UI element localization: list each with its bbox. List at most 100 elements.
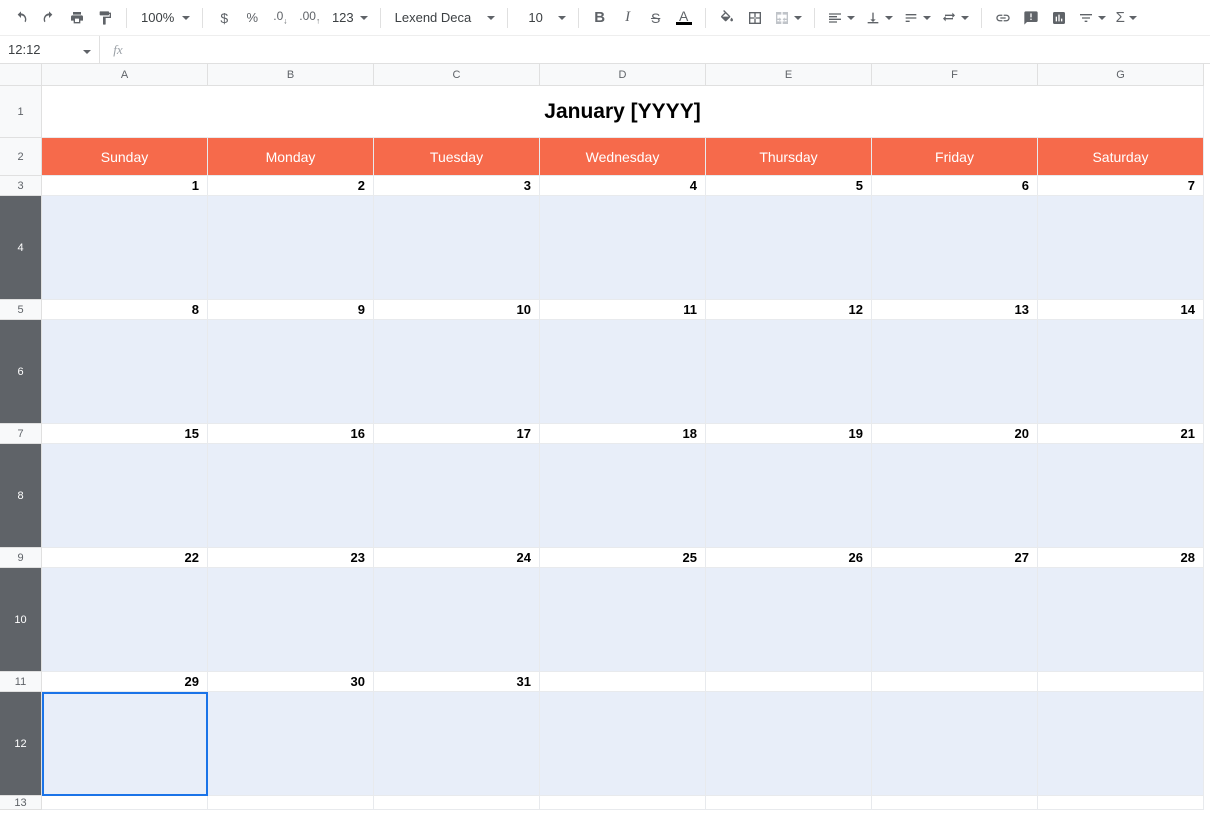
day-body-cell[interactable] <box>42 444 208 548</box>
undo-button[interactable] <box>8 5 34 31</box>
day-body-cell[interactable] <box>706 568 872 672</box>
horizontal-align-dropdown[interactable] <box>823 5 859 31</box>
day-body-cell[interactable] <box>208 568 374 672</box>
day-header[interactable]: Friday <box>872 138 1038 176</box>
day-body-cell[interactable] <box>374 692 540 796</box>
day-number-cell[interactable]: 24 <box>374 548 540 568</box>
day-number-cell[interactable]: 2 <box>208 176 374 196</box>
row-header[interactable]: 7 <box>0 424 42 444</box>
day-body-cell[interactable] <box>706 196 872 300</box>
empty-cell[interactable] <box>42 796 208 810</box>
vertical-align-dropdown[interactable] <box>861 5 897 31</box>
day-number-cell[interactable]: 20 <box>872 424 1038 444</box>
day-body-cell[interactable] <box>540 444 706 548</box>
day-body-cell[interactable] <box>374 320 540 424</box>
borders-button[interactable] <box>742 5 768 31</box>
day-number-cell[interactable]: 28 <box>1038 548 1204 568</box>
day-number-cell[interactable] <box>706 672 872 692</box>
day-body-cell[interactable] <box>1038 568 1204 672</box>
day-body-cell[interactable] <box>540 320 706 424</box>
format-currency-button[interactable]: $ <box>211 5 237 31</box>
day-body-cell[interactable] <box>872 444 1038 548</box>
column-header[interactable]: E <box>706 64 872 86</box>
day-number-cell[interactable] <box>540 672 706 692</box>
day-body-cell[interactable] <box>706 444 872 548</box>
italic-button[interactable]: I <box>615 5 641 31</box>
day-number-cell[interactable]: 8 <box>42 300 208 320</box>
text-rotation-dropdown[interactable] <box>937 5 973 31</box>
row-header[interactable]: 6 <box>0 320 42 424</box>
insert-chart-button[interactable] <box>1046 5 1072 31</box>
merge-cells-dropdown[interactable] <box>770 5 806 31</box>
day-number-cell[interactable]: 22 <box>42 548 208 568</box>
insert-link-button[interactable] <box>990 5 1016 31</box>
row-header[interactable]: 1 <box>0 86 42 138</box>
empty-cell[interactable] <box>1038 796 1204 810</box>
day-body-cell[interactable] <box>540 196 706 300</box>
day-number-cell[interactable]: 26 <box>706 548 872 568</box>
day-body-cell[interactable] <box>42 692 208 796</box>
print-button[interactable] <box>64 5 90 31</box>
day-body-cell[interactable] <box>872 692 1038 796</box>
text-wrap-dropdown[interactable] <box>899 5 935 31</box>
functions-dropdown[interactable]: Σ <box>1112 5 1141 31</box>
column-header[interactable]: C <box>374 64 540 86</box>
day-body-cell[interactable] <box>1038 692 1204 796</box>
row-header[interactable]: 5 <box>0 300 42 320</box>
day-body-cell[interactable] <box>1038 196 1204 300</box>
day-body-cell[interactable] <box>706 320 872 424</box>
day-number-cell[interactable]: 25 <box>540 548 706 568</box>
day-body-cell[interactable] <box>42 320 208 424</box>
day-body-cell[interactable] <box>872 568 1038 672</box>
row-header[interactable]: 4 <box>0 196 42 300</box>
day-number-cell[interactable] <box>872 672 1038 692</box>
day-number-cell[interactable]: 7 <box>1038 176 1204 196</box>
day-header[interactable]: Wednesday <box>540 138 706 176</box>
day-body-cell[interactable] <box>872 196 1038 300</box>
day-number-cell[interactable]: 12 <box>706 300 872 320</box>
row-header[interactable]: 13 <box>0 796 42 810</box>
day-body-cell[interactable] <box>42 196 208 300</box>
day-body-cell[interactable] <box>540 568 706 672</box>
day-number-cell[interactable]: 13 <box>872 300 1038 320</box>
day-number-cell[interactable]: 6 <box>872 176 1038 196</box>
day-body-cell[interactable] <box>208 320 374 424</box>
day-number-cell[interactable]: 17 <box>374 424 540 444</box>
column-header[interactable]: A <box>42 64 208 86</box>
day-number-cell[interactable]: 1 <box>42 176 208 196</box>
day-number-cell[interactable]: 11 <box>540 300 706 320</box>
day-number-cell[interactable]: 27 <box>872 548 1038 568</box>
day-number-cell[interactable]: 30 <box>208 672 374 692</box>
day-number-cell[interactable]: 14 <box>1038 300 1204 320</box>
day-number-cell[interactable] <box>1038 672 1204 692</box>
filter-dropdown[interactable] <box>1074 5 1110 31</box>
day-body-cell[interactable] <box>208 196 374 300</box>
column-header[interactable]: B <box>208 64 374 86</box>
day-number-cell[interactable]: 10 <box>374 300 540 320</box>
day-number-cell[interactable]: 4 <box>540 176 706 196</box>
day-number-cell[interactable]: 19 <box>706 424 872 444</box>
day-number-cell[interactable]: 5 <box>706 176 872 196</box>
day-number-cell[interactable]: 23 <box>208 548 374 568</box>
day-number-cell[interactable]: 3 <box>374 176 540 196</box>
font-family-dropdown[interactable]: Lexend Deca <box>389 5 499 31</box>
day-body-cell[interactable] <box>374 196 540 300</box>
empty-cell[interactable] <box>374 796 540 810</box>
day-body-cell[interactable] <box>42 568 208 672</box>
name-box[interactable]: 12:12 <box>0 36 100 63</box>
row-header[interactable]: 8 <box>0 444 42 548</box>
strikethrough-button[interactable]: S <box>643 5 669 31</box>
font-size-dropdown[interactable]: 10 <box>516 5 570 31</box>
empty-cell[interactable] <box>872 796 1038 810</box>
day-body-cell[interactable] <box>1038 444 1204 548</box>
day-header[interactable]: Thursday <box>706 138 872 176</box>
row-header[interactable]: 2 <box>0 138 42 176</box>
empty-cell[interactable] <box>540 796 706 810</box>
row-header[interactable]: 9 <box>0 548 42 568</box>
day-body-cell[interactable] <box>208 692 374 796</box>
row-header[interactable]: 3 <box>0 176 42 196</box>
day-number-cell[interactable]: 15 <box>42 424 208 444</box>
row-header[interactable]: 12 <box>0 692 42 796</box>
day-header[interactable]: Monday <box>208 138 374 176</box>
fill-color-button[interactable] <box>714 5 740 31</box>
